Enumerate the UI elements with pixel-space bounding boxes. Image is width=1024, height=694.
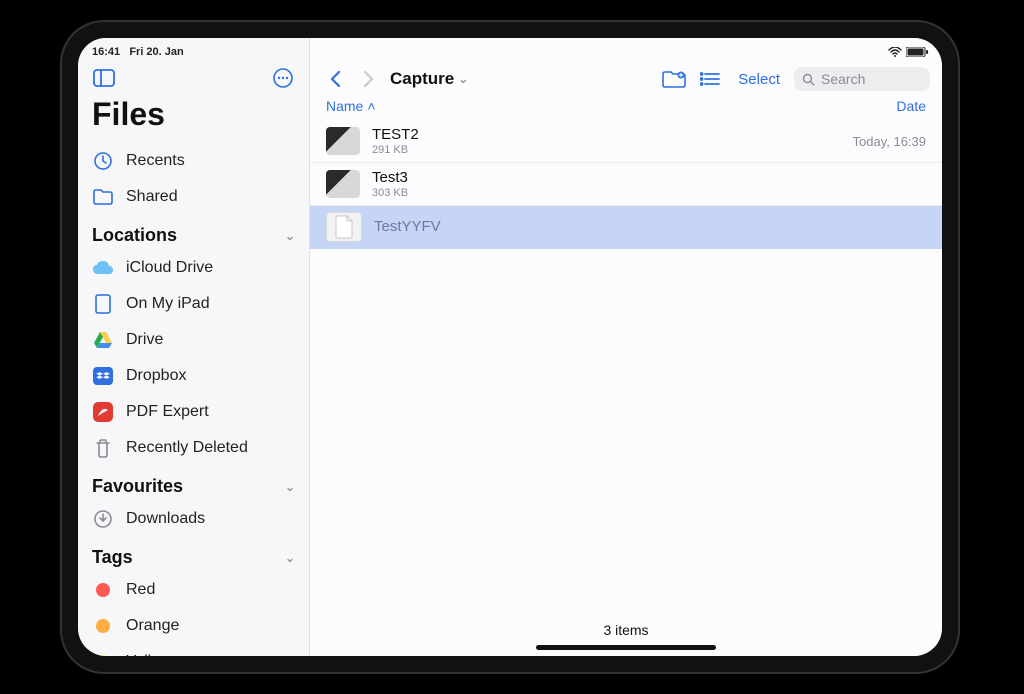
sidebar-item-drive[interactable]: Drive: [78, 322, 309, 358]
sidebar-item-label: Yellow: [126, 653, 172, 656]
forward-button[interactable]: [356, 66, 382, 92]
sidebar-item-downloads[interactable]: Downloads: [78, 501, 309, 537]
sidebar-tag-yellow[interactable]: Yellow: [78, 644, 309, 656]
sidebar-tag-red[interactable]: Red: [78, 572, 309, 608]
sidebar-item-label: Drive: [126, 331, 163, 349]
sort-by-date[interactable]: Date: [896, 98, 926, 114]
search-input[interactable]: Search: [794, 67, 930, 91]
chevron-down-icon: ⌄: [285, 551, 295, 565]
file-size: 291 KB: [372, 144, 841, 156]
file-name: Test3: [372, 169, 914, 187]
icloud-icon: [92, 257, 114, 279]
sidebar-item-label: Red: [126, 581, 155, 599]
tag-dot-icon: [92, 579, 114, 601]
sidebar-item-dropbox[interactable]: Dropbox: [78, 358, 309, 394]
file-name: TestYYFV: [374, 218, 914, 236]
shared-folder-icon: [92, 186, 114, 208]
file-name: TEST2: [372, 126, 841, 144]
file-size: 303 KB: [372, 187, 914, 199]
back-button[interactable]: [322, 66, 348, 92]
chevron-down-icon: ⌄: [458, 72, 468, 86]
downloads-icon: [92, 508, 114, 530]
sidebar-item-label: PDF Expert: [126, 403, 209, 421]
sidebar-item-shared[interactable]: Shared: [78, 179, 309, 215]
file-thumbnail-icon: [326, 170, 360, 198]
sidebar-item-label: Downloads: [126, 510, 205, 528]
sidebar-item-recently-deleted[interactable]: Recently Deleted: [78, 430, 309, 466]
chevron-down-icon: ⌄: [285, 480, 295, 494]
sort-by-name[interactable]: Name ˄: [326, 98, 376, 114]
wifi-icon: [888, 47, 902, 57]
file-thumbnail-icon: [326, 127, 360, 155]
folder-title-label: Capture: [390, 69, 454, 89]
tag-dot-icon: [92, 651, 114, 656]
sidebar-item-label: Recents: [126, 152, 185, 170]
sidebar-item-icloud-drive[interactable]: iCloud Drive: [78, 250, 309, 286]
section-header-tags[interactable]: Tags ⌄: [78, 537, 309, 572]
date-header: Date: [896, 98, 926, 114]
ipad-icon: [92, 293, 114, 315]
sidebar: Files Recents Shared Locations ⌄: [78, 38, 310, 656]
section-label: Favourites: [92, 476, 183, 497]
google-drive-icon: [92, 329, 114, 351]
select-button[interactable]: Select: [732, 71, 786, 88]
sort-label: Name: [326, 98, 363, 114]
trash-icon: [92, 437, 114, 459]
section-header-locations[interactable]: Locations ⌄: [78, 215, 309, 250]
sidebar-item-label: On My iPad: [126, 295, 210, 313]
file-date: Today, 16:39: [853, 134, 926, 149]
sidebar-item-label: Dropbox: [126, 367, 186, 385]
sidebar-toggle-icon[interactable]: [92, 66, 116, 90]
sidebar-item-label: iCloud Drive: [126, 259, 213, 277]
sidebar-item-recents[interactable]: Recents: [78, 143, 309, 179]
section-label: Locations: [92, 225, 177, 246]
sidebar-item-on-my-ipad[interactable]: On My iPad: [78, 286, 309, 322]
select-button-label: Select: [738, 71, 780, 88]
status-bar: 16:41 Fri 20. Jan: [78, 38, 942, 62]
home-indicator[interactable]: [536, 645, 716, 650]
footer-item-count: 3 items: [310, 622, 942, 638]
chevron-down-icon: ⌄: [285, 229, 295, 243]
sidebar-item-label: Shared: [126, 188, 178, 206]
sidebar-item-label: Orange: [126, 617, 179, 635]
more-menu-icon[interactable]: [271, 66, 295, 90]
status-right-icons: [888, 47, 928, 57]
sort-ascending-icon: ˄: [367, 98, 375, 114]
battery-icon: [906, 47, 928, 57]
search-placeholder: Search: [821, 71, 865, 87]
content-pane: Capture ⌄ Select: [310, 38, 942, 656]
sort-row: Name ˄ Date: [310, 94, 942, 120]
status-time: 16:41: [92, 46, 120, 58]
search-icon: [802, 73, 815, 86]
folder-title[interactable]: Capture ⌄: [390, 69, 468, 89]
section-header-favourites[interactable]: Favourites ⌄: [78, 466, 309, 501]
section-label: Tags: [92, 547, 133, 568]
tag-dot-icon: [92, 615, 114, 637]
file-row[interactable]: Test3 303 KB: [310, 163, 942, 206]
sidebar-item-label: Recently Deleted: [126, 439, 248, 457]
pdf-expert-icon: [92, 401, 114, 423]
dropbox-icon: [92, 365, 114, 387]
file-thumbnail-icon: [326, 212, 362, 242]
sidebar-item-pdf-expert[interactable]: PDF Expert: [78, 394, 309, 430]
clock-icon: [92, 150, 114, 172]
app-title: Files: [78, 96, 309, 143]
status-date: Fri 20. Jan: [129, 46, 183, 58]
list-view-button[interactable]: [696, 68, 724, 90]
file-row[interactable]: TestYYFV: [310, 206, 942, 249]
file-row[interactable]: TEST2 291 KB Today, 16:39: [310, 120, 942, 163]
file-list: TEST2 291 KB Today, 16:39 Test3 303 KB: [310, 120, 942, 249]
sidebar-tag-orange[interactable]: Orange: [78, 608, 309, 644]
new-folder-button[interactable]: [660, 68, 688, 90]
